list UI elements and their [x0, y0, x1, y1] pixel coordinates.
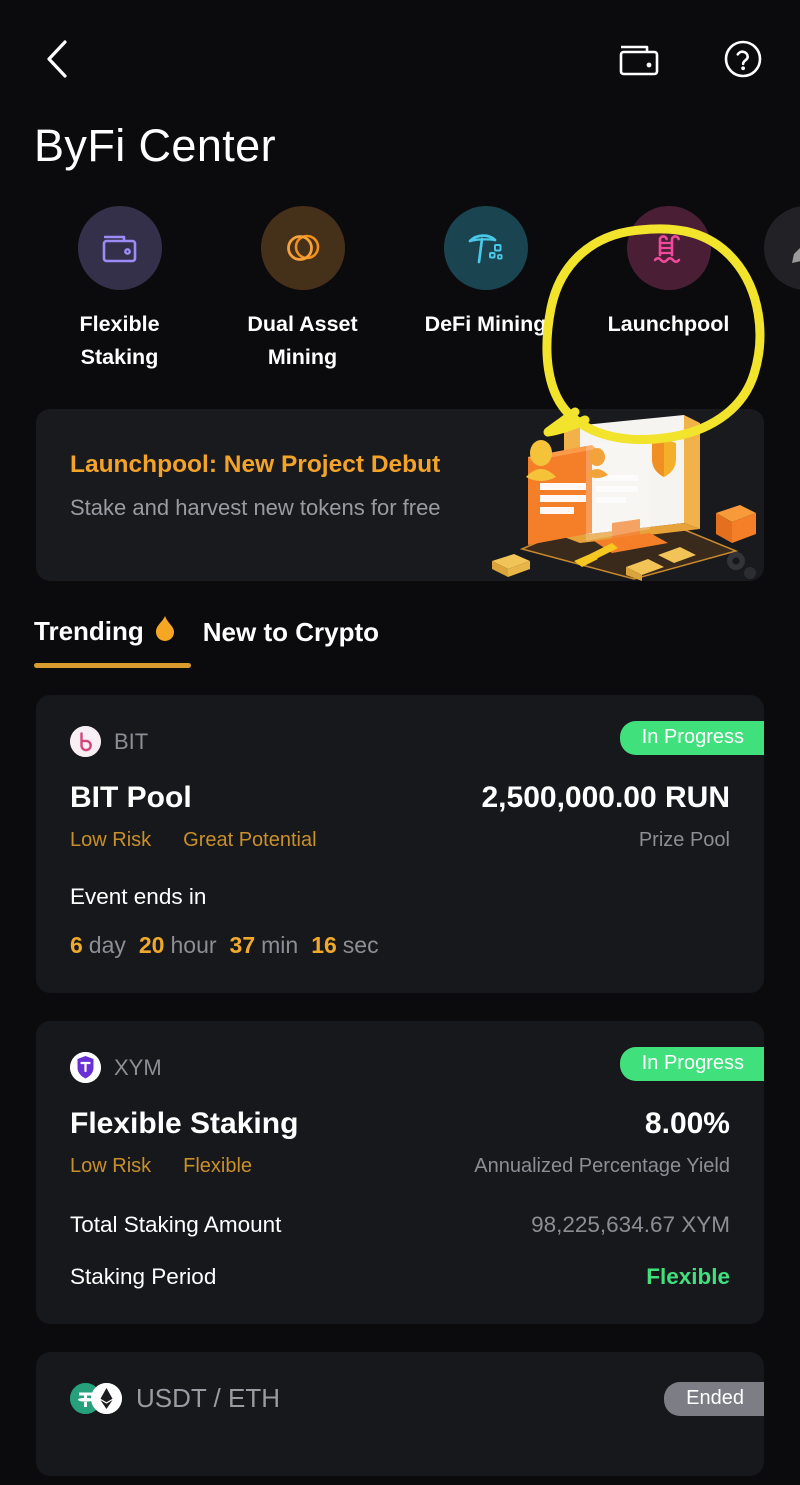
byfi-center-screen: ByFi Center Flexible Staking Dual Asset …	[0, 0, 800, 1485]
eth-logo	[91, 1383, 122, 1415]
pool-tag: Low Risk	[70, 1154, 152, 1177]
pool-value: 8.00%	[644, 1106, 730, 1140]
category-defi-mining[interactable]: DeFi Mining	[394, 206, 577, 375]
detail-row: Staking Period Flexible	[70, 1264, 730, 1290]
wallet-button[interactable]	[616, 36, 662, 82]
category-section: Flexible Staking Dual Asset Mining DeFi …	[0, 206, 800, 445]
pool-card-xym[interactable]: XYM In Progress Flexible Staking 8.00% L…	[36, 1020, 764, 1324]
wallet-icon	[102, 235, 136, 263]
countdown-number: 20	[138, 931, 165, 958]
status-badge: In Progress	[619, 720, 764, 755]
countdown-unit: day	[88, 931, 126, 958]
countdown-number: 6	[70, 931, 83, 958]
help-circle-icon	[724, 40, 762, 78]
wallet-icon	[619, 45, 659, 76]
banner-text: Launchpool: New Project Debut Stake and …	[70, 451, 441, 521]
banner-illustration	[492, 414, 756, 581]
xym-logo	[70, 1052, 101, 1084]
tab-trending[interactable]: Trending	[34, 615, 191, 668]
coin-symbol: XYM	[114, 1054, 162, 1080]
page-title: ByFi Center	[34, 120, 276, 171]
pool-tag: Flexible	[183, 1154, 253, 1177]
banner-title: Launchpool: New Project Debut	[70, 450, 441, 478]
banner-subtitle: Stake and harvest new tokens for free	[70, 494, 441, 520]
pool-tags: Low Risk Flexible	[70, 1155, 252, 1178]
category-list: Flexible Staking Dual Asset Mining DeFi …	[0, 206, 800, 375]
coin-logos	[70, 1383, 122, 1415]
detail-value: Flexible	[646, 1263, 730, 1289]
status-badge: In Progress	[619, 1046, 764, 1081]
coin-logos	[70, 726, 101, 758]
category-label: DeFi Mining	[424, 312, 547, 336]
category-launchpool[interactable]: Launchpool	[577, 206, 760, 375]
coin-symbol: USDT / ETH	[136, 1383, 280, 1414]
pool-detail-rows: Total Staking Amount 98,225,634.67 XYM S…	[70, 1212, 730, 1290]
pool-value: 2,500,000.00 RUN	[481, 780, 731, 814]
coin-logos	[70, 1052, 101, 1084]
pool-card-usdt-eth[interactable]: USDT / ETH Ended	[36, 1351, 764, 1476]
category-partial-next[interactable]	[746, 206, 800, 375]
category-dual-asset-mining[interactable]: Dual Asset Mining	[211, 206, 394, 375]
category-icon-wrap	[443, 206, 528, 290]
help-button[interactable]	[720, 36, 766, 82]
pickaxe-icon	[468, 234, 502, 264]
card-main-row: BIT Pool 2,500,000.00 RUN	[70, 781, 730, 815]
category-icon-wrap	[260, 206, 345, 290]
category-label: Dual Asset Mining	[247, 312, 358, 370]
card-sub-row: Low Risk Great Potential Prize Pool	[70, 829, 730, 852]
countdown-timer: 6 day 20 hour 37 min 16 sec	[70, 932, 730, 959]
countdown-number: 37	[229, 931, 256, 958]
pool-ladder-icon	[653, 235, 680, 263]
countdown-block: Event ends in 6 day 20 hour 37 min 16 sec	[70, 884, 730, 959]
chevron-left-icon	[47, 40, 67, 78]
pool-name: Flexible Staking	[70, 1106, 299, 1140]
pool-name: BIT Pool	[70, 780, 192, 814]
category-icon-wrap	[77, 206, 162, 290]
pen-icon	[792, 248, 800, 263]
promo-banner[interactable]: Launchpool: New Project Debut Stake and …	[36, 408, 764, 581]
card-main-row: Flexible Staking 8.00%	[70, 1107, 730, 1141]
coin-symbol: BIT	[114, 728, 149, 754]
tab-active-underline	[34, 662, 191, 668]
back-button[interactable]	[34, 36, 80, 82]
countdown-number: 16	[311, 931, 337, 958]
pool-value-caption: Annualized Percentage Yield	[474, 1154, 730, 1177]
detail-value: 98,225,634.67 XYM	[531, 1211, 730, 1237]
category-label: Launchpool	[607, 312, 730, 336]
top-app-bar	[0, 0, 800, 118]
pool-value-caption: Prize Pool	[638, 828, 730, 851]
countdown-label: Event ends in	[70, 883, 207, 909]
countdown-unit: hour	[170, 931, 217, 958]
flame-icon	[153, 615, 177, 648]
tab-bar: Trending New to Crypto	[0, 615, 800, 668]
category-icon-wrap	[764, 206, 800, 290]
dual-circles-icon	[286, 234, 319, 261]
pool-tag: Great Potential	[183, 828, 317, 851]
tab-label: Trending	[34, 615, 144, 646]
bit-logo	[70, 726, 101, 758]
category-label: Flexible Staking	[79, 312, 160, 370]
pool-card-bit[interactable]: BIT In Progress BIT Pool 2,500,000.00 RU…	[36, 694, 764, 993]
countdown-unit: min	[261, 931, 299, 958]
top-bar-actions	[616, 36, 766, 82]
tab-label: New to Crypto	[202, 616, 380, 647]
status-badge: Ended	[664, 1381, 764, 1416]
tab-new-to-crypto[interactable]: New to Crypto	[203, 617, 379, 668]
detail-row: Total Staking Amount 98,225,634.67 XYM	[70, 1212, 730, 1238]
pool-card-list: BIT In Progress BIT Pool 2,500,000.00 RU…	[0, 694, 800, 1476]
countdown-unit: sec	[342, 931, 379, 958]
category-flexible-staking[interactable]: Flexible Staking	[28, 206, 211, 375]
category-icon-wrap	[626, 206, 711, 290]
detail-key: Total Staking Amount	[70, 1211, 282, 1237]
card-header: USDT / ETH	[70, 1382, 730, 1416]
card-sub-row: Low Risk Flexible Annualized Percentage …	[70, 1155, 730, 1178]
pool-tag: Low Risk	[70, 828, 152, 851]
detail-key: Staking Period	[70, 1263, 217, 1289]
pool-tags: Low Risk Great Potential	[70, 829, 317, 852]
